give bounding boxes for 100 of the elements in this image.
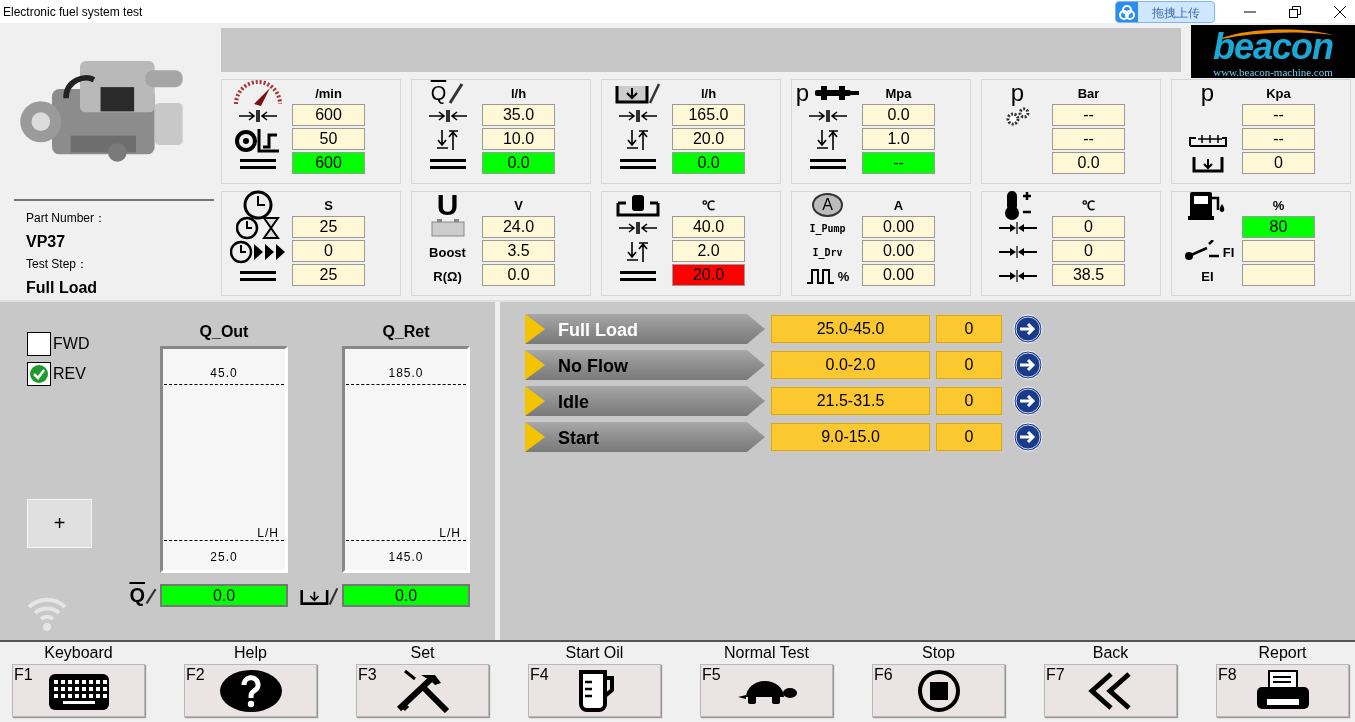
unit-label: /min <box>315 85 342 101</box>
value-field: 0 <box>1242 152 1315 174</box>
equals-icon <box>809 158 846 170</box>
function-key-button[interactable]: F1 <box>12 664 145 717</box>
pulse-icon <box>805 268 836 284</box>
value-field: -- <box>1052 104 1125 126</box>
count-field: 0 <box>936 315 1002 343</box>
row-label: FI <box>1222 244 1235 260</box>
restore-icon[interactable] <box>1288 4 1302 19</box>
window-title: Electronic fuel system test <box>2 4 143 19</box>
value-field: 35.0 <box>482 104 555 126</box>
value-field: -- <box>1052 128 1125 150</box>
test-step-tab[interactable]: No Flow <box>525 350 765 380</box>
value-field: 25 <box>292 264 365 286</box>
pen-icon <box>448 82 465 104</box>
range-field: 21.5-31.5 <box>771 387 930 415</box>
value-field: 0.00 <box>862 240 935 262</box>
unit-label: Bar <box>1077 85 1100 101</box>
value-field: 0.0 <box>482 152 555 174</box>
value-field: 0.0 <box>1052 152 1125 174</box>
min-limit: 145.0 <box>388 550 424 564</box>
tolerance-icon <box>814 128 841 152</box>
value-field: -- <box>1242 104 1315 126</box>
range-field: 25.0-45.0 <box>771 315 930 343</box>
key-caption: Stop <box>922 643 955 663</box>
row-label: I_Pump <box>809 222 846 234</box>
row-label: I_Drv <box>812 246 843 258</box>
checkbox-label: REV <box>53 365 86 383</box>
value-field: 20.0 <box>672 264 745 286</box>
value-field: 0 <box>1052 216 1125 238</box>
go-arrow-icon[interactable] <box>1013 350 1043 380</box>
function-key-button[interactable]: F6 <box>872 664 1005 717</box>
value-field: 20.0 <box>672 128 745 150</box>
function-key-button[interactable]: F8 <box>1216 664 1349 717</box>
row-label: Boost <box>429 244 466 260</box>
equals-icon <box>619 158 656 170</box>
close-icon[interactable] <box>1333 4 1347 19</box>
test-step-tab[interactable]: Start <box>525 422 765 452</box>
max-limit: 45.0 <box>210 366 238 380</box>
value-field: 0.0 <box>482 264 555 286</box>
tolerance-icon <box>624 240 651 264</box>
equals-icon <box>239 158 276 170</box>
unit-label: V <box>514 197 523 213</box>
test-step-tab[interactable]: Idle <box>525 386 765 416</box>
key-caption: Back <box>1092 643 1129 663</box>
equals-icon <box>429 158 466 170</box>
tank-pen-icon <box>614 82 661 104</box>
unit-label: ℃ <box>1082 197 1095 214</box>
value-field: 0.00 <box>862 264 935 286</box>
equals-icon <box>619 270 656 282</box>
checkbox[interactable] <box>27 362 51 386</box>
min-limit: 25.0 <box>210 550 238 564</box>
equals-icon <box>239 270 276 282</box>
key-caption: Normal Test <box>723 643 810 663</box>
value-field: 50 <box>292 128 365 150</box>
symbol-label: Q <box>129 584 145 607</box>
field-label: Part Number： <box>26 210 108 227</box>
function-key-button[interactable]: F5 <box>700 664 833 717</box>
meter-title: Q_Ret <box>382 323 430 340</box>
clock-play-icon <box>229 240 286 264</box>
value-field: 3.5 <box>482 240 555 262</box>
setpoint-icon <box>997 270 1038 282</box>
unit-label: l/h <box>510 85 527 101</box>
function-key-button[interactable]: F4 <box>528 664 661 717</box>
symbol-label: Q <box>430 83 447 103</box>
value-field: 80 <box>1242 216 1315 238</box>
function-key-button[interactable]: F7 <box>1044 664 1177 717</box>
test-step: Full Load <box>26 276 221 299</box>
function-key-button[interactable]: F2 <box>184 664 317 717</box>
unit-label: Mpa <box>885 85 912 101</box>
count-field: 0 <box>936 423 1002 451</box>
unit-label: S <box>324 197 333 213</box>
checkbox[interactable] <box>27 332 51 356</box>
help-icon <box>218 668 283 713</box>
count-field: 0 <box>936 387 1002 415</box>
range-field: 9.0-15.0 <box>771 423 930 451</box>
function-key-button[interactable]: F3 <box>356 664 489 717</box>
value-field: 24.0 <box>482 216 555 238</box>
value-field: 2.0 <box>672 240 745 262</box>
symbol-label: U <box>436 195 459 215</box>
meter-title: Q_Out <box>199 323 249 340</box>
go-arrow-icon[interactable] <box>1013 314 1043 344</box>
heater-icon <box>615 193 660 217</box>
logo: beacon www.beacon-machine.com <box>1191 25 1355 78</box>
gauge-icon <box>231 80 284 106</box>
upload-button[interactable]: 拖拽上传 <box>1115 1 1215 23</box>
clock-hourglass-icon <box>235 216 280 240</box>
add-button[interactable]: + <box>27 499 92 548</box>
key-caption: Report <box>1258 643 1307 663</box>
gears-icon <box>1004 106 1031 126</box>
unit-label: Kpa <box>1266 85 1291 101</box>
go-arrow-icon[interactable] <box>1013 422 1043 452</box>
key-caption: Start Oil <box>565 643 624 663</box>
unit-label: ℃ <box>702 197 715 214</box>
row-label: R(Ω) <box>433 268 462 284</box>
unit-label: l/h <box>700 85 717 101</box>
setpoint-icon <box>427 108 468 124</box>
tolerance-icon <box>434 128 461 152</box>
go-arrow-icon[interactable] <box>1013 386 1043 416</box>
value-field: 25 <box>292 216 365 238</box>
